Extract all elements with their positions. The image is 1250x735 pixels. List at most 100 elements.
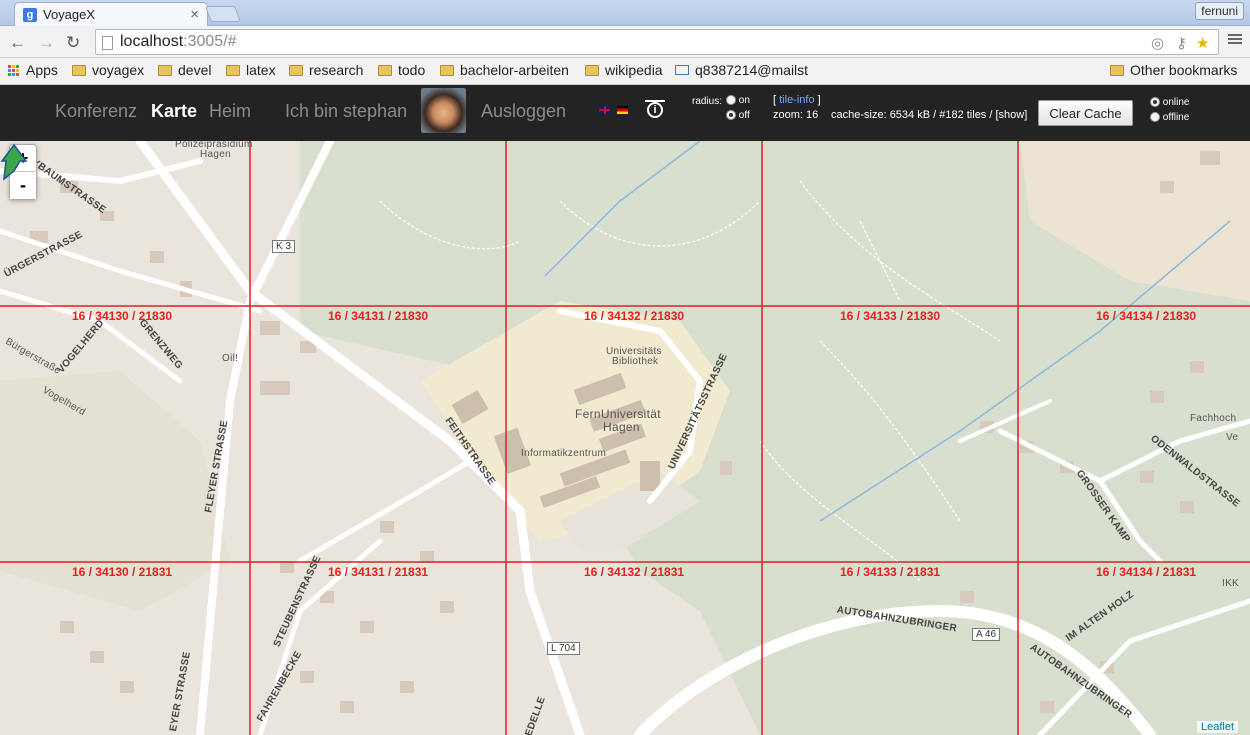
new-tab-button[interactable] [205, 6, 241, 22]
bookmark-other[interactable]: Other bookmarks [1110, 62, 1237, 78]
folder-icon [1110, 64, 1124, 76]
mode-offline-option[interactable]: offline [1150, 112, 1189, 123]
tile-label: 16 / 34133 / 21831 [839, 565, 941, 579]
tile-info-link[interactable]: tile-info [779, 94, 814, 106]
folder-icon [226, 64, 240, 76]
radio-label: online [1162, 97, 1190, 108]
map-label: IKK [1222, 578, 1240, 589]
english-flag-icon[interactable] [599, 106, 610, 114]
app-header: Konferenz Karte Heim Ich bin stephan Aus… [0, 85, 1250, 141]
radius-off-option[interactable]: off [726, 110, 750, 121]
bookmark-folder[interactable]: research [289, 62, 363, 78]
bookmark-label: q8387214@mailst [695, 62, 809, 78]
nav-user[interactable]: Ich bin stephan [285, 101, 407, 122]
folder-icon [378, 64, 392, 76]
tile-label: 16 / 34131 / 21830 [327, 309, 429, 323]
leaflet-attribution[interactable]: Leaflet [1196, 721, 1238, 733]
bookmark-apps[interactable]: Apps [8, 62, 58, 78]
tile-label: 16 / 34133 / 21830 [839, 309, 941, 323]
bookmark-mail[interactable]: q8387214@mailst [675, 62, 808, 78]
map-label: FernUniversität [575, 407, 661, 421]
tile-label: 16 / 34134 / 21830 [1095, 309, 1197, 323]
address-bar[interactable]: localhost:3005/# ◎ ⚷ ★ [95, 29, 1219, 55]
map-label: Ve [1226, 432, 1239, 443]
radius-off-radio[interactable] [726, 110, 736, 121]
north-arrow-icon[interactable] [0, 141, 30, 181]
tab-title: VoyageX [43, 7, 96, 22]
radius-label: radius: [692, 96, 723, 107]
bookmark-label: research [309, 62, 364, 78]
info-icon[interactable]: i [647, 102, 663, 118]
browser-toolbar: ← → ↻ localhost:3005/# ◎ ⚷ ★ [0, 26, 1250, 58]
reload-icon[interactable]: ↻ [66, 33, 80, 53]
browser-tab[interactable]: g VoyageX × [14, 2, 208, 26]
tile-label: 16 / 34131 / 21831 [327, 565, 429, 579]
map-label: Bibliothek [612, 356, 659, 367]
tile-label: 16 / 34134 / 21831 [1095, 565, 1197, 579]
bookmark-star-icon[interactable]: ★ [1196, 34, 1209, 52]
bookmark-folder[interactable]: devel [158, 62, 211, 78]
online-radio[interactable] [1150, 97, 1160, 108]
folder-icon [585, 64, 599, 76]
map-label: Hagen [603, 420, 640, 434]
clear-cache-button[interactable]: Clear Cache [1038, 100, 1133, 126]
back-arrow-icon[interactable]: ← [9, 33, 26, 53]
radius-on-radio[interactable] [726, 95, 736, 106]
chrome-menu-icon[interactable] [1228, 32, 1242, 46]
radio-label: offline [1162, 112, 1190, 123]
folder-icon [72, 64, 86, 76]
road-badge: A 46 [972, 628, 1001, 641]
bookmark-label: voyagex [92, 62, 145, 78]
offline-radio[interactable] [1150, 112, 1160, 123]
tile-label: 16 / 34132 / 21830 [583, 309, 685, 323]
zoom-readout: zoom: 16 [773, 109, 819, 121]
bookmark-folder[interactable]: bachelor-arbeiten [440, 62, 569, 78]
avatar[interactable] [421, 88, 466, 133]
tile-label: 16 / 34130 / 21830 [71, 309, 173, 323]
nav-heim[interactable]: Heim [209, 101, 251, 122]
close-tab-icon[interactable]: × [190, 6, 199, 23]
radio-label: on [738, 95, 750, 106]
road-badge: L 704 [547, 642, 580, 655]
nav-logout[interactable]: Ausloggen [481, 101, 566, 122]
cache-size-readout[interactable]: cache-size: 6534 kB / #182 tiles / [show… [831, 109, 1027, 121]
map-label: Fachhoch [1190, 413, 1237, 424]
url-text: localhost:3005/# [120, 33, 237, 50]
nav-konferenz[interactable]: Konferenz [55, 101, 137, 122]
profile-name[interactable]: fernuni [1195, 2, 1244, 20]
bookmarks-bar: Apps voyagex devel latex research todo b… [0, 58, 1250, 85]
page-icon [102, 36, 113, 50]
mail-icon [675, 65, 689, 75]
browser-tabstrip: g VoyageX × fernuni [0, 0, 1250, 26]
tile-label: 16 / 34130 / 21831 [71, 565, 173, 579]
nav-karte[interactable]: Karte [151, 101, 197, 122]
radius-on-option[interactable]: on [726, 95, 750, 106]
folder-icon [440, 64, 454, 76]
google-favicon-icon: g [23, 7, 37, 22]
forward-arrow-icon[interactable]: → [38, 33, 55, 53]
bookmark-label: latex [246, 62, 276, 78]
bookmark-label: devel [178, 62, 212, 78]
bookmark-label: Other bookmarks [1130, 62, 1238, 78]
bookmark-label: todo [398, 62, 426, 78]
key-icon[interactable]: ⚷ [1176, 34, 1187, 52]
mode-online-option[interactable]: online [1150, 97, 1189, 108]
bookmark-folder[interactable]: wikipedia [585, 62, 663, 78]
german-flag-icon[interactable] [617, 106, 628, 114]
bookmark-label: bachelor-arbeiten [460, 62, 569, 78]
bookmark-folder[interactable]: todo [378, 62, 425, 78]
map-label: Informatikzentrum [521, 448, 607, 459]
apps-grid-icon [8, 64, 19, 76]
folder-icon [158, 64, 172, 76]
folder-icon [289, 64, 303, 76]
map-label: Hagen [200, 149, 231, 160]
bookmark-folder[interactable]: voyagex [72, 62, 144, 78]
tile-label: 16 / 34132 / 21831 [583, 565, 685, 579]
radio-label: off [738, 110, 750, 121]
location-target-icon[interactable]: ◎ [1151, 34, 1164, 52]
map-view[interactable]: 16 / 34130 / 21830 16 / 34131 / 21830 16… [0, 141, 1250, 735]
bookmark-label: Apps [26, 62, 58, 78]
bookmark-label: wikipedia [605, 62, 663, 78]
road-badge: K 3 [272, 240, 296, 253]
bookmark-folder[interactable]: latex [226, 62, 276, 78]
